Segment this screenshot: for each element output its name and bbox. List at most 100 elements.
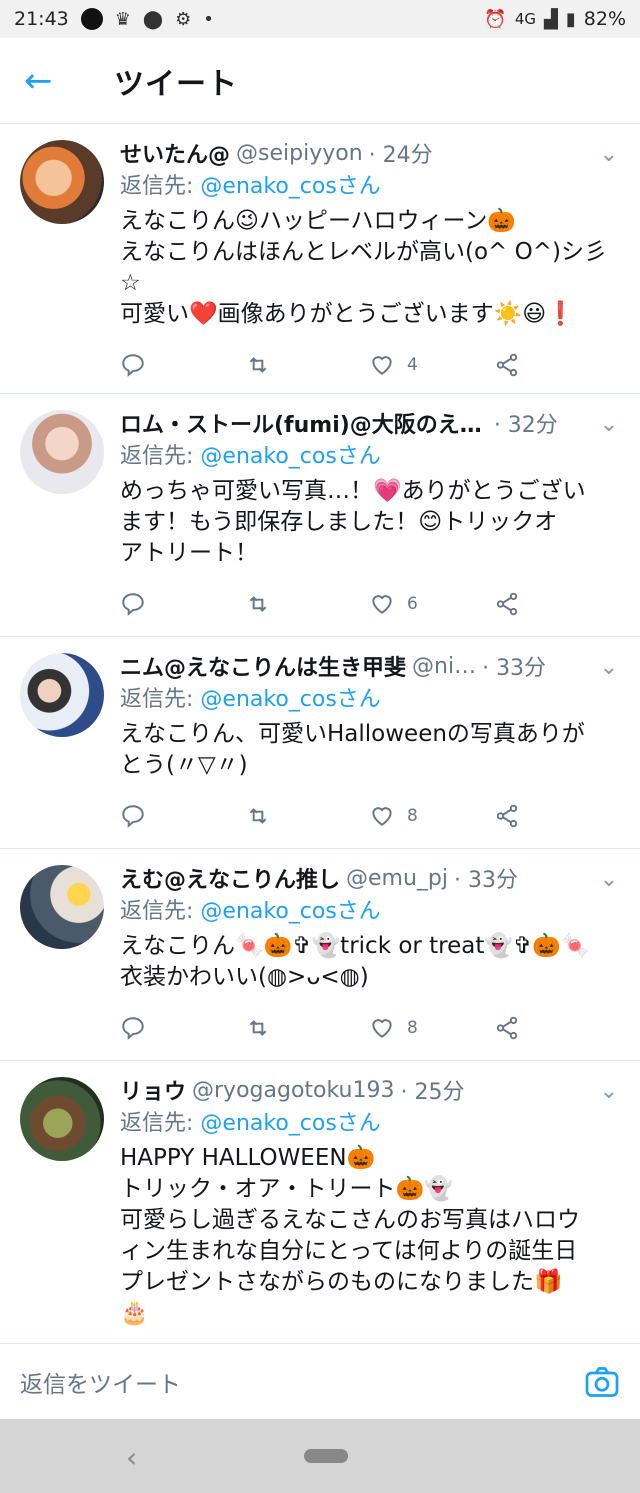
avatar[interactable]: [20, 410, 104, 494]
retweet-button[interactable]: [245, 591, 370, 617]
tweet-actions: 4: [120, 330, 618, 400]
arrow-left-icon[interactable]: ←: [24, 64, 84, 98]
tweet-list: ⌄ せいたん@ @seipiyyon · 24分 返信先: @enako_cosさん…: [0, 124, 640, 1341]
chevron-down-icon[interactable]: ⌄: [600, 1079, 618, 1104]
chevron-down-icon[interactable]: ⌄: [600, 142, 618, 167]
reply-to-link[interactable]: @enako_cosさん: [200, 687, 380, 712]
reply-button[interactable]: [120, 352, 245, 378]
author-name[interactable]: ロム・ストール(fumi)@大阪のえ…: [120, 407, 482, 439]
avatar[interactable]: [20, 865, 104, 949]
heart-icon: [372, 1019, 392, 1038]
share-icon: [496, 353, 517, 377]
author-handle[interactable]: @ryogagotoku193: [192, 1078, 394, 1103]
retweet-icon: [249, 808, 266, 824]
reply-icon: [122, 805, 144, 828]
tweet-time: · 33分: [482, 656, 547, 681]
location-icon: ⬤: [142, 8, 164, 30]
like-count: 6: [407, 594, 418, 614]
share-icon: [496, 1016, 517, 1040]
nav-back-icon[interactable]: ‹: [126, 1441, 137, 1474]
retweet-icon: [249, 1020, 266, 1036]
reply-to: 返信先: @enako_cosさん: [120, 895, 618, 929]
chevron-down-icon[interactable]: ⌄: [600, 867, 618, 892]
reply-to: 返信先: @enako_cosさん: [120, 683, 618, 717]
tweet-actions: 8: [120, 781, 618, 851]
app-header: ← ツイート: [0, 38, 640, 124]
settings-icon: ⚙: [175, 8, 192, 30]
tweet-actions: 6: [120, 569, 618, 639]
retweet-button[interactable]: [245, 352, 370, 378]
reply-to-link[interactable]: @enako_cosさん: [200, 899, 380, 924]
share-icon: [496, 804, 517, 828]
tweet-text: めっちゃ可愛い写真…！💗ありがとうござい ます！もう即保存しました！😊トリックオ…: [120, 478, 586, 566]
tweet-item[interactable]: ⌄ リョウ @ryogagotoku193 · 25分 返信先: @enako_co…: [0, 1061, 640, 1341]
status-bar: 21:43 ♛ ⬤ ⚙ • ⏰ 4G ▟ ▮ 82%: [0, 0, 640, 38]
tweet-text: えなこりん😉ハッピーハロウィーン🎃 えなこりんはほんとレベルが高い(o^ O^)…: [120, 208, 607, 327]
avatar[interactable]: [20, 140, 104, 224]
heart-icon: [372, 595, 392, 614]
tweet-item[interactable]: ⌄ ロム・ストール(fumi)@大阪のえ… · 32分 返信先: @enako_c…: [0, 394, 640, 637]
tweet-text: えなこりん、可愛いHalloweenの写真ありが とう(〃▽〃): [120, 721, 585, 778]
reply-to: 返信先: @enako_cosさん: [120, 440, 618, 474]
share-button[interactable]: [494, 1015, 619, 1041]
author-name[interactable]: せいたん@: [120, 137, 230, 169]
like-button[interactable]: 8: [369, 803, 494, 829]
like-button[interactable]: 4: [369, 352, 494, 378]
battery-icon: ▮: [565, 8, 576, 30]
alarm-icon: ⏰: [484, 8, 507, 30]
tweet-time: · 33分: [454, 868, 518, 893]
tweet-text: HAPPY HALLOWEEN🎃 トリック・オア・トリート🎃👻 可愛らし過ぎるえ…: [120, 1145, 580, 1326]
share-button[interactable]: [494, 352, 619, 378]
chevron-down-icon[interactable]: ⌄: [600, 412, 618, 437]
page-title: ツイート: [114, 66, 238, 102]
author-name[interactable]: リョウ: [120, 1074, 186, 1106]
camera-icon[interactable]: [584, 1364, 620, 1400]
reply-label: 返信先:: [120, 174, 201, 199]
reply-button[interactable]: [120, 1015, 245, 1041]
tweet-text: えなこりん🍬🎃✞👻trick or treat👻✞🎃🍬 衣装かわいい(◍>ᴗ<◍…: [120, 933, 590, 990]
retweet-icon: [249, 357, 266, 373]
author-name[interactable]: えむ@えなこりん推し: [120, 862, 340, 894]
reply-input[interactable]: 返信をツイート: [20, 1365, 584, 1399]
reply-icon: [122, 1017, 144, 1040]
record-icon: [80, 8, 103, 30]
reply-to-link[interactable]: @enako_cosさん: [200, 174, 380, 199]
system-nav-bar: ‹: [0, 1419, 640, 1493]
reply-button[interactable]: [120, 591, 245, 617]
tweet-item[interactable]: ⌄ えむ@えなこりん推し @emu_pj · 33分 返信先: @enako_cos…: [0, 849, 640, 1061]
battery-percent: 82%: [583, 8, 626, 30]
share-icon: [496, 592, 517, 616]
crown-icon: ♛: [114, 8, 131, 30]
avatar[interactable]: [20, 1077, 104, 1161]
reply-label: 返信先:: [120, 687, 201, 712]
author-name[interactable]: ニム@えなこりんは生き甲斐: [120, 650, 406, 682]
reply-label: 返信先:: [120, 444, 201, 469]
signal-icon: ▟: [544, 8, 558, 30]
share-button[interactable]: [494, 591, 619, 617]
like-count: 4: [407, 355, 418, 375]
reply-to-link[interactable]: @enako_cosさん: [200, 1111, 380, 1136]
tweet-time: · 25分: [400, 1080, 465, 1105]
like-count: 8: [407, 806, 418, 826]
chevron-down-icon[interactable]: ⌄: [600, 655, 618, 680]
reply-composer[interactable]: 返信をツイート: [0, 1343, 640, 1419]
avatar[interactable]: [20, 653, 104, 737]
more-dot-icon: •: [203, 8, 214, 30]
nav-home-pill[interactable]: [304, 1449, 348, 1463]
tweet-item[interactable]: ⌄ せいたん@ @seipiyyon · 24分 返信先: @enako_cosさん…: [0, 124, 640, 394]
reply-to-link[interactable]: @enako_cosさん: [200, 444, 380, 469]
author-handle[interactable]: @ni…: [412, 654, 476, 679]
like-count: 8: [407, 1018, 418, 1038]
author-handle[interactable]: @seipiyyon: [236, 141, 363, 166]
tweet-item[interactable]: ⌄ ニム@えなこりんは生き甲斐 @ni… · 33分 返信先: @enako_cos…: [0, 637, 640, 849]
retweet-button[interactable]: [245, 803, 370, 829]
share-button[interactable]: [494, 803, 619, 829]
retweet-icon: [249, 596, 266, 612]
retweet-button[interactable]: [245, 1015, 370, 1041]
author-handle[interactable]: @emu_pj: [346, 866, 448, 891]
reply-icon: [122, 593, 144, 616]
reply-button[interactable]: [120, 803, 245, 829]
like-button[interactable]: 8: [369, 1015, 494, 1041]
network-label: 4G: [514, 10, 537, 28]
like-button[interactable]: 6: [369, 591, 494, 617]
